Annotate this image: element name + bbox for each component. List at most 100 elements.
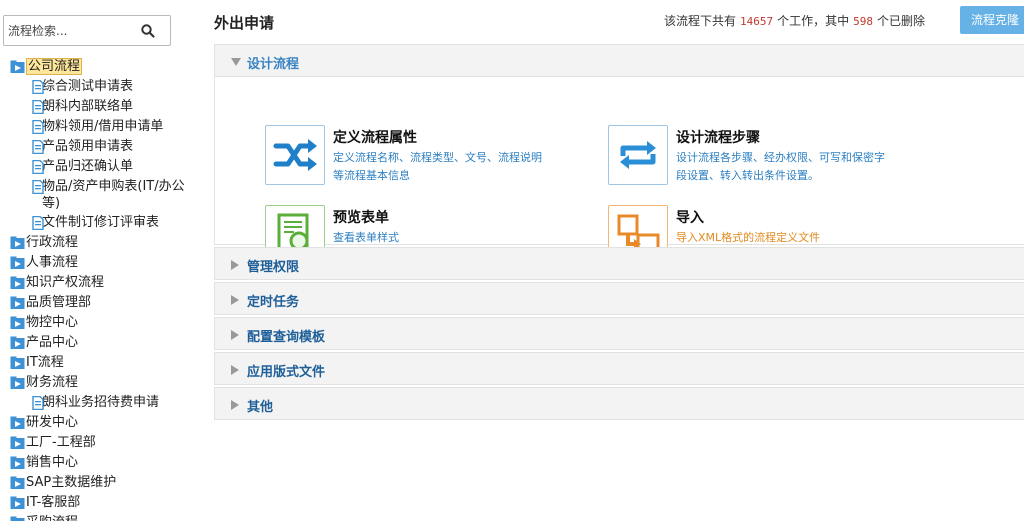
card-desc: 定义流程名称、流程类型、文号、流程说明等流程基本信息 [333,151,542,182]
deleted-count: 598 [853,15,874,28]
folder-icon [10,416,25,430]
tree-item[interactable]: 文件制订修订评审表 [0,213,205,233]
flow-stats: 该流程下共有 14657 个工作，其中 598 个已删除 [664,12,925,29]
tree-item[interactable]: 物料领用/借用申请单 [0,117,205,137]
tree-folder[interactable]: 财务流程 [0,373,205,393]
document-icon [30,139,45,155]
panel-other[interactable]: 其他 [214,387,1024,420]
card-title: 预览表单 [333,210,389,226]
panel-design-flow[interactable]: 设计流程 [214,44,1024,77]
folder-icon [10,276,25,290]
tree-label: 物控中心 [26,315,79,330]
search-icon[interactable] [140,23,156,39]
tree-folder[interactable]: 销售中心 [0,453,205,473]
tree-item[interactable]: 产品领用申请表 [0,137,205,157]
tree-label: 公司流程 [26,58,83,75]
folder-icon [10,316,25,330]
tree-folder[interactable]: 行政流程 [0,233,205,253]
tree-label: SAP主数据维护 [26,475,117,490]
flow-tree: 公司流程综合测试申请表 朗科内部联络单物料领用/借用申请单 产品领用申请表 产品归还确… [0,57,205,521]
document-icon [30,179,45,195]
tree-label: 朗科内部联络单 [42,99,134,114]
tree-folder[interactable]: 知识产权流程 [0,273,205,293]
folder-icon [10,476,25,490]
page-title: 外出申请 [214,14,275,32]
folder-icon [10,256,25,270]
stats-prefix: 该流程下共有 [664,14,737,28]
tree-folder[interactable]: 研发中心 [0,413,205,433]
panel-query-template[interactable]: 配置查询模板 [214,317,1024,350]
panel-label: 应用版式文件 [247,365,326,380]
tree-item[interactable]: 物品/资产申购表(IT/办公等) [0,177,196,213]
panel-timer-task[interactable]: 定时任务 [214,282,1024,315]
triangle-right-icon [231,260,239,270]
clone-flow-button[interactable]: 流程克隆 [960,6,1024,34]
tree-folder[interactable]: 物控中心 [0,313,205,333]
tree-item[interactable]: 产品归还确认单 [0,157,205,177]
folder-icon [10,60,25,74]
tree-label: 品质管理部 [26,295,92,310]
tree-folder[interactable]: SAP主数据维护 [0,473,205,493]
search-box [3,15,171,46]
sidebar: 公司流程综合测试申请表朗科内部联络单物料领用/借用申请单产品领用申请表产品归还确… [0,0,205,521]
triangle-right-icon [231,365,239,375]
tree-item[interactable]: 朗科业务招待费申请 [0,393,205,413]
work-count: 14657 [740,15,774,28]
tree-label: 文件制订修订评审表 [42,215,160,230]
card-flow-steps[interactable]: 设计流程步骤 设计流程各步骤、经办权限、可写和保密字段设置、转入转出条件设置。 [608,125,908,187]
tree-label: 行政流程 [26,235,79,250]
folder-icon [10,436,25,450]
tree-label: 产品领用申请表 [42,139,134,154]
design-flow-body: 定义流程属性 定义流程名称、流程类型、文号、流程说明等流程基本信息 设计流程步骤… [214,77,1024,265]
folder-icon [10,356,25,370]
tree-label: 工厂-工程部 [26,435,96,450]
document-icon [30,159,45,175]
repeat-icon [608,125,668,185]
search-input[interactable] [8,22,133,40]
card-flow-properties[interactable]: 定义流程属性 定义流程名称、流程类型、文号、流程说明等流程基本信息 [265,125,555,187]
panel-label: 配置查询模板 [247,330,326,345]
document-icon [30,99,45,115]
tree-item[interactable]: 综合测试申请表 [0,77,205,97]
triangle-right-icon [231,400,239,410]
panel-label: 其他 [247,400,274,415]
triangle-down-icon [231,58,241,66]
panel-manage-permission[interactable]: 管理权限 [214,247,1024,280]
panel-format-file[interactable]: 应用版式文件 [214,352,1024,385]
card-title: 设计流程步骤 [676,130,760,146]
folder-icon [10,376,25,390]
card-desc: 设计流程各步骤、经办权限、可写和保密字段设置、转入转出条件设置。 [676,151,885,182]
panel-label: 管理权限 [247,260,300,275]
tree-folder[interactable]: 采购流程 [0,513,205,521]
document-icon [30,79,45,95]
tree-label: 综合测试申请表 [42,79,134,94]
tree-label: 物料领用/借用申请单 [42,119,164,134]
stats-suffix: 个已删除 [877,14,926,28]
tree-label: 研发中心 [26,415,79,430]
document-icon [30,395,45,411]
tree-folder[interactable]: IT-客服部 [0,493,205,513]
folder-icon [10,456,25,470]
shuffle-icon [265,125,325,185]
tree-folder[interactable]: 工厂-工程部 [0,433,205,453]
card-title: 定义流程属性 [333,130,417,146]
card-title: 导入 [676,210,704,226]
tree-folder[interactable]: 人事流程 [0,253,205,273]
folder-icon [10,336,25,350]
tree-label: 知识产权流程 [26,275,105,290]
tree-label: 人事流程 [26,255,79,270]
tree-folder[interactable]: 公司流程 [0,57,205,77]
tree-label: 产品归还确认单 [42,159,134,174]
tree-folder[interactable]: 品质管理部 [0,293,205,313]
card-desc: 查看表单样式 [333,231,399,244]
tree-item[interactable]: 朗科内部联络单 [0,97,205,117]
panel-label: 定时任务 [247,295,300,310]
settings-accordion: 设计流程 定义流程属性 定义流程名称、流程类型、文号、流程说明等流程基本信息 设… [214,44,1024,422]
folder-icon [10,516,25,521]
tree-folder[interactable]: IT流程 [0,353,205,373]
tree-folder[interactable]: 产品中心 [0,333,205,353]
panel-label: 设计流程 [247,57,300,72]
tree-label: 财务流程 [26,375,79,390]
folder-icon [10,296,25,310]
triangle-right-icon [231,295,239,305]
